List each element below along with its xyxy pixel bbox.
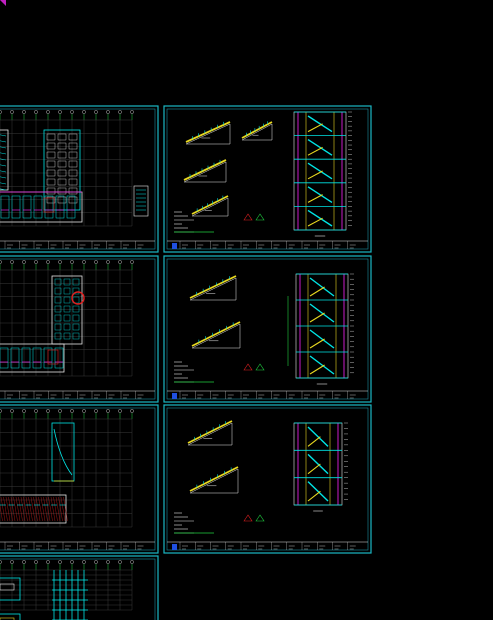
cad-model-space-viewport[interactable] <box>0 0 493 620</box>
sheet-plan-4[interactable] <box>0 555 159 620</box>
sheet-stair-1[interactable] <box>163 105 372 253</box>
sheet-stair-3[interactable] <box>163 404 372 554</box>
sheet-plan-2[interactable] <box>0 255 159 403</box>
sheet-plan-1[interactable] <box>0 105 159 253</box>
sheet-stair-2[interactable] <box>163 255 372 403</box>
sheet-plan-3[interactable] <box>0 404 159 554</box>
corner-marker-icon <box>0 0 6 6</box>
cad-drawing-canvas[interactable] <box>0 0 493 620</box>
